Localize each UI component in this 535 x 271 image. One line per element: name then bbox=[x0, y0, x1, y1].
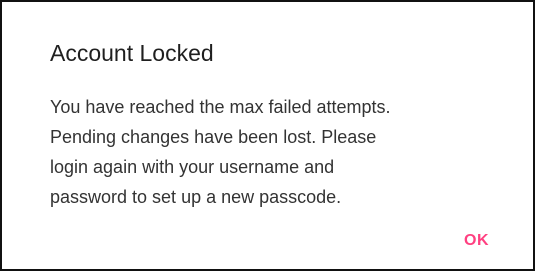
dialog-message-line: login again with your username and bbox=[50, 157, 335, 177]
dialog-message: You have reached the max failed attempts… bbox=[50, 92, 510, 212]
dialog-message-line: password to set up a new passcode. bbox=[50, 187, 342, 207]
ok-button[interactable]: OK bbox=[458, 228, 495, 254]
account-locked-dialog: Account Locked You have reached the max … bbox=[0, 0, 535, 271]
dialog-message-line: You have reached the max failed attempts… bbox=[50, 97, 391, 117]
dialog-message-line: Pending changes have been lost. Please bbox=[50, 127, 377, 147]
dialog-title: Account Locked bbox=[50, 40, 214, 66]
